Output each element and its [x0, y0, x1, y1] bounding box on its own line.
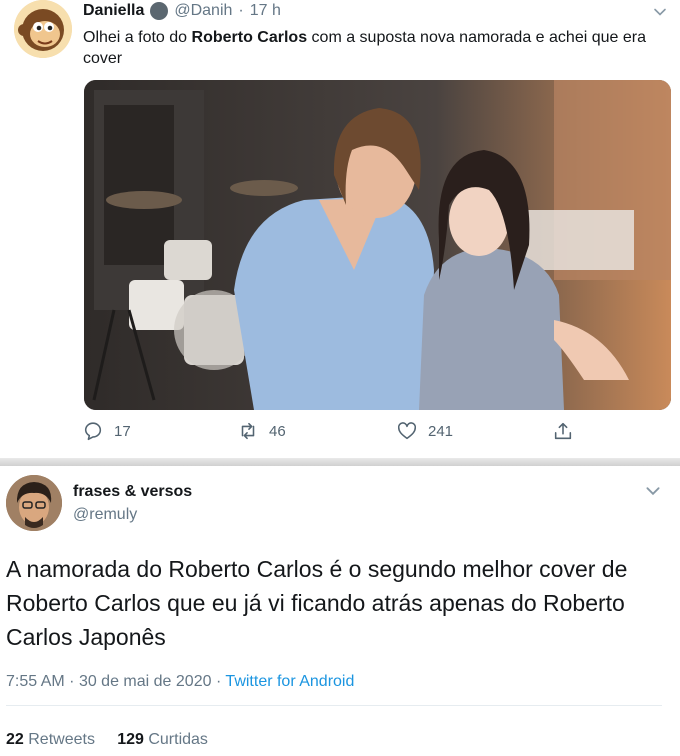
likes-stat[interactable]: 129 Curtidas [117, 731, 208, 748]
likes-label: Curtidas [148, 731, 208, 748]
reply-count: 17 [114, 422, 131, 440]
separator-dot: · [69, 673, 79, 690]
chevron-down-icon[interactable] [644, 482, 662, 500]
avatar[interactable] [14, 0, 72, 58]
retweet-icon [241, 422, 255, 440]
retweets-stat[interactable]: 22 Retweets [6, 731, 95, 748]
tweet-meta: 7:55 AM · 30 de mai de 2020 · Twitter fo… [6, 673, 354, 691]
retweets-label: Retweets [28, 731, 95, 748]
author-handle[interactable]: @remuly [73, 506, 137, 524]
tweet-photo[interactable] [84, 80, 671, 410]
heart-icon [397, 422, 417, 440]
person-avatar-icon [6, 475, 62, 531]
divider [6, 705, 662, 706]
author-handle[interactable]: @Danih [174, 2, 232, 20]
monkey-avatar-icon [14, 0, 72, 58]
share-icon [554, 422, 572, 440]
tweet-date[interactable]: 30 de mai de 2020 [79, 673, 212, 690]
retweets-count: 22 [6, 731, 24, 748]
tweet-time[interactable]: 7:55 AM [6, 673, 65, 690]
likes-count: 129 [117, 731, 144, 748]
verified-badge-icon [150, 2, 169, 20]
tweet-card-1: Daniella @Danih · 17 h Olhei a foto do R… [0, 0, 680, 462]
tweet-text: Olhei a foto do Roberto Carlos com a sup… [83, 27, 673, 69]
tweet-time[interactable]: 17 h [250, 2, 281, 20]
photo-content [84, 80, 671, 410]
tweet-text-bold: Roberto Carlos [191, 29, 308, 46]
tweet-text: A namorada do Roberto Carlos é o segundo… [6, 556, 628, 650]
like-count: 241 [428, 422, 454, 440]
author-name[interactable]: frases & versos [73, 483, 192, 501]
author-name[interactable]: Daniella [83, 2, 144, 20]
separator-dot: · [238, 2, 244, 19]
avatar[interactable] [6, 475, 62, 531]
chevron-down-icon[interactable] [652, 4, 668, 20]
retweet-count: 46 [269, 422, 286, 440]
tweet-stats: 22 Retweets 129 Curtidas [6, 731, 208, 749]
reply-icon [84, 422, 102, 441]
tweet-actions: 17 46 241 [0, 420, 680, 448]
share-button[interactable] [552, 420, 574, 442]
reply-button[interactable]: 17 [82, 420, 131, 442]
retweet-button[interactable]: 46 [237, 420, 286, 442]
tweet-header: Daniella @Danih · 17 h [83, 2, 281, 20]
like-button[interactable]: 241 [396, 420, 453, 442]
tweet-source-link[interactable]: Twitter for Android [225, 673, 354, 690]
separator-dot: · [215, 673, 226, 690]
tweet-text-part: Olhei a foto do [83, 29, 192, 46]
tweet-card-2: frases & versos @remuly A namorada do Ro… [0, 466, 680, 756]
